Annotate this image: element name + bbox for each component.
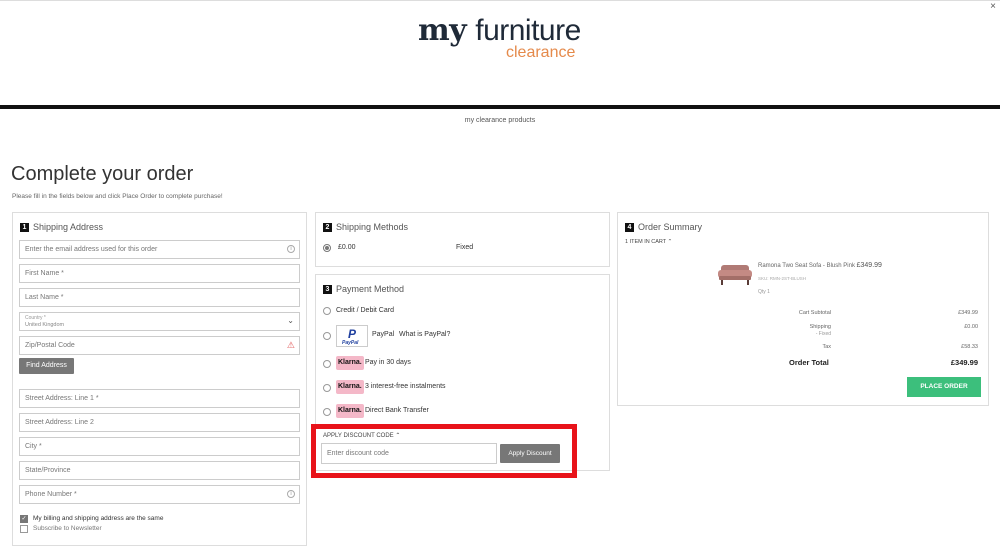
shipping-address-title: 1 Shipping Address [20, 222, 103, 232]
discount-code-input[interactable]: Enter discount code [321, 443, 497, 464]
logo-furniture: furniture [475, 14, 581, 47]
country-value: United Kingdom [25, 322, 65, 328]
same-address-checkbox[interactable]: ✓ [20, 515, 28, 523]
klarna-30-label: Pay in 30 days [365, 359, 411, 366]
sofa-product-image [718, 265, 752, 285]
klarna-instal-radio[interactable] [323, 384, 331, 392]
page-title: Complete your order [11, 163, 194, 185]
street-line1-field[interactable]: Street Address: Line 1 * [19, 389, 300, 408]
country-label: Country * [25, 315, 46, 321]
payment-method-title: 3 Payment Method [323, 284, 404, 294]
chevron-down-icon: ⌄ [287, 316, 294, 325]
items-in-cart-toggle[interactable]: 1 ITEM IN CART ⌃ [625, 239, 672, 245]
card-label: Credit / Debit Card [336, 307, 394, 314]
order-summary-title: 4 Order Summary [625, 222, 702, 232]
last-name-placeholder: Last Name * [25, 294, 64, 301]
shipping-value: £0.00 [964, 324, 978, 330]
order-total-value: £349.99 [950, 358, 978, 367]
product-price: £349.99 [856, 262, 882, 269]
country-select[interactable]: Country * United Kingdom ⌄ [19, 312, 300, 331]
shipping-methods-title: 2 Shipping Methods [323, 222, 408, 232]
klarna-30-radio[interactable] [323, 360, 331, 368]
panel-title-text: Order Summary [638, 222, 703, 232]
product-sku: SKU: RMN-2ST-BLUSH [758, 276, 807, 281]
info-icon[interactable]: i [287, 490, 295, 498]
same-address-label: My billing and shipping address are the … [33, 515, 164, 522]
phone-placeholder: Phone Number * [25, 491, 77, 498]
klarna-bank-label: Direct Bank Transfer [365, 407, 429, 414]
product-name-text: Ramona Two Seat Sofa - Blush Pink [758, 263, 855, 269]
tax-label: Tax [822, 344, 831, 350]
logo-line-1: my furniture [418, 13, 581, 48]
paypal-logo-mark: P [348, 327, 357, 341]
cart-subtotal-label: Cart Subtotal [798, 310, 831, 316]
step-badge: 1 [20, 223, 29, 232]
info-icon[interactable]: i [287, 245, 295, 253]
zip-placeholder: Zip/Postal Code [25, 342, 75, 349]
panel-title-text: Shipping Methods [336, 222, 409, 232]
state-field[interactable]: State/Province [19, 461, 300, 480]
order-total-label: Order Total [789, 358, 829, 367]
klarna-bank-radio[interactable] [323, 408, 331, 416]
shipping-label: Shipping [809, 324, 831, 330]
shipping-method-name: Fixed [456, 244, 474, 251]
place-order-button[interactable]: PLACE ORDER [907, 377, 981, 397]
first-name-placeholder: First Name * [25, 270, 64, 277]
step-badge: 4 [625, 223, 634, 232]
shipping-address-panel: 1 Shipping Address Enter the email addres… [12, 212, 307, 546]
paypal-label: PayPal [372, 331, 395, 338]
find-address-button[interactable]: Find Address [19, 358, 74, 374]
step-badge: 3 [323, 285, 332, 294]
shipping-fixed-radio[interactable] [323, 244, 331, 252]
card-radio[interactable] [323, 307, 331, 315]
zip-field[interactable]: Zip/Postal Code ⚠ [19, 336, 300, 355]
state-placeholder: State/Province [25, 467, 71, 474]
site-header: my furniture clearance × [0, 0, 1000, 106]
product-name: Ramona Two Seat Sofa - Blush Pink £349.9… [758, 262, 882, 269]
email-placeholder: Enter the email address used for this or… [25, 246, 158, 253]
apply-discount-button[interactable]: Apply Discount [500, 444, 560, 463]
shipping-sub-label: - Fixed [815, 331, 831, 337]
step-badge: 2 [323, 223, 332, 232]
last-name-field[interactable]: Last Name * [19, 288, 300, 307]
logo-my: my [418, 13, 467, 48]
street-line2-field[interactable]: Street Address: Line 2 [19, 413, 300, 432]
panel-title-text: Payment Method [336, 284, 405, 294]
newsletter-label: Subscribe to Newsletter [33, 525, 102, 532]
discount-placeholder: Enter discount code [327, 450, 389, 457]
nav-bar [0, 105, 1000, 109]
street-line1-placeholder: Street Address: Line 1 * [25, 395, 99, 402]
logo-line-2: clearance [506, 44, 576, 61]
klarna-logo: Klarna. [336, 356, 364, 370]
city-placeholder: City * [25, 443, 42, 450]
shipping-methods-panel: 2 Shipping Methods £0.00 Fixed [315, 212, 610, 267]
close-icon[interactable]: × [990, 1, 996, 12]
product-qty: Qty 1 [758, 289, 770, 295]
tax-value: £58.33 [961, 344, 978, 350]
site-logo[interactable]: my furniture clearance [418, 13, 588, 63]
paypal-radio[interactable] [323, 332, 331, 340]
phone-field[interactable]: Phone Number * i [19, 485, 300, 504]
warning-icon: ⚠ [286, 340, 295, 350]
newsletter-checkbox[interactable] [20, 525, 28, 533]
paypal-logo-text: PayPal [342, 340, 359, 346]
email-field[interactable]: Enter the email address used for this or… [19, 240, 300, 259]
street-line2-placeholder: Street Address: Line 2 [25, 419, 94, 426]
nav-link-clearance[interactable]: my clearance products [0, 117, 1000, 124]
shipping-price: £0.00 [338, 244, 356, 251]
cart-subtotal-value: £349.99 [958, 310, 978, 316]
city-field[interactable]: City * [19, 437, 300, 456]
klarna-logo: Klarna. [336, 404, 364, 418]
page-subtitle: Please fill in the fields below and clic… [12, 193, 223, 200]
what-is-paypal-link[interactable]: What is PayPal? [399, 331, 450, 338]
klarna-instal-label: 3 interest-free instalments [365, 383, 446, 390]
panel-title-text: Shipping Address [33, 222, 104, 232]
first-name-field[interactable]: First Name * [19, 264, 300, 283]
klarna-logo: Klarna. [336, 380, 364, 394]
paypal-logo: P PayPal [336, 325, 368, 347]
